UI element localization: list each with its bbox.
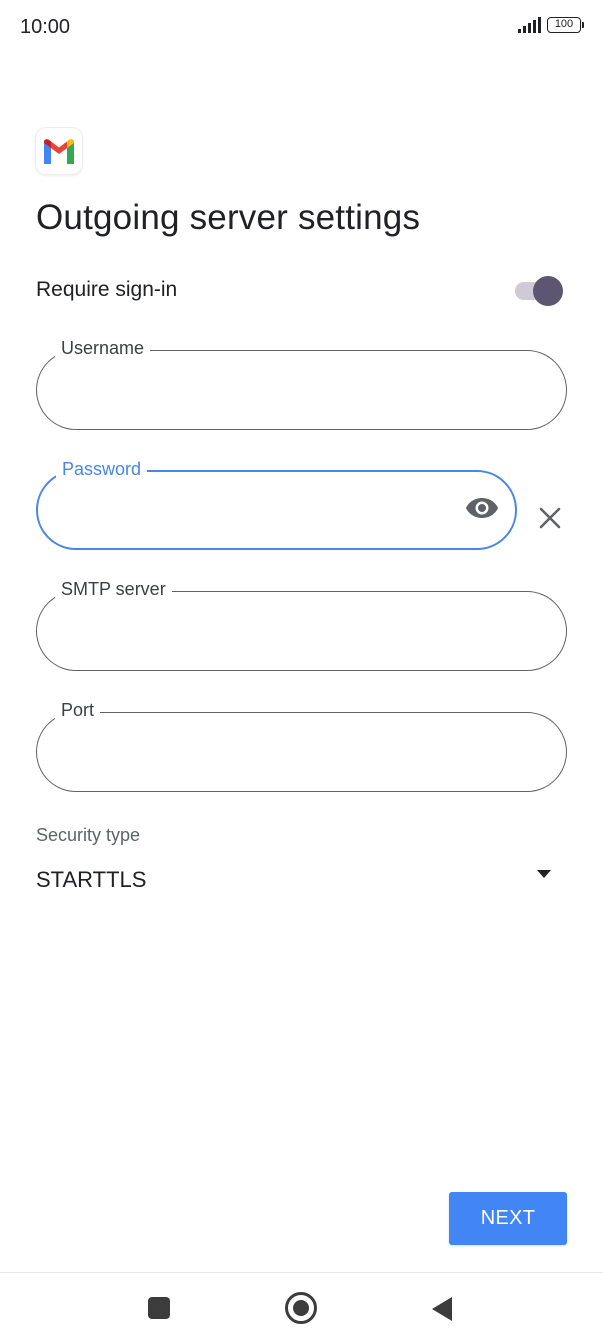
require-signin-row: Require sign-in [36,272,563,308]
require-signin-toggle[interactable] [513,275,563,306]
back-icon[interactable] [431,1296,453,1327]
username-label: Username [55,338,151,359]
close-icon[interactable] [536,504,564,532]
port-label: Port [55,700,101,721]
recent-apps-icon[interactable] [148,1297,170,1319]
page-title: Outgoing server settings [36,198,421,237]
security-type-label: Security type [36,825,141,845]
dropdown-arrow-icon[interactable] [536,866,552,884]
gmail-logo [36,128,82,174]
toggle-thumb [533,276,563,306]
navigation-bar [0,1272,603,1342]
username-field[interactable]: Username [36,338,567,430]
password-field[interactable]: Password [36,459,517,550]
port-field[interactable]: Port [36,700,567,792]
eye-icon[interactable] [465,496,499,525]
next-button[interactable]: NEXT [449,1192,567,1245]
battery-icon: 100 [547,17,584,33]
security-type-select[interactable]: STARTTLS [36,867,146,893]
screen: 10:00 100 Outgoing server settings Requi… [0,0,603,1342]
smtp-server-label: SMTP server [55,579,172,600]
require-signin-label: Require sign-in [36,278,178,301]
status-time: 10:00 [20,16,71,38]
signal-icon [518,17,541,33]
password-label: Password [56,459,148,480]
home-icon[interactable] [285,1292,317,1324]
battery-level: 100 [554,18,574,30]
status-icons: 100 [518,17,584,33]
smtp-server-field[interactable]: SMTP server [36,579,567,671]
